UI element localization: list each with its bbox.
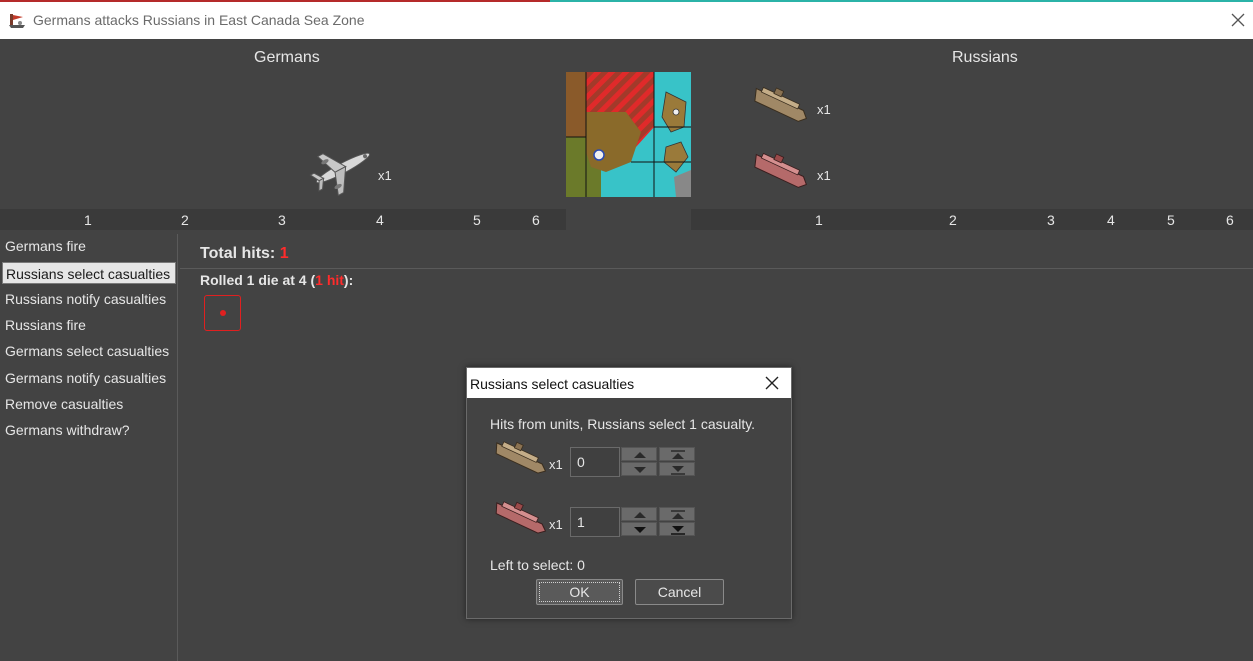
- dialog-message: Hits from units, Russians select 1 casua…: [490, 416, 756, 432]
- defender-die-column-5: 5: [1167, 212, 1175, 228]
- attacker-die-column-1: 1: [84, 212, 92, 228]
- casualty-quantity-input-2[interactable]: 1: [570, 507, 620, 537]
- transport-ship-tan-icon: [754, 86, 807, 122]
- dialog-title: Russians select casualties: [470, 376, 635, 392]
- attacker-die-column-3: 3: [278, 212, 286, 228]
- defender-unit-1-count: x1: [817, 102, 831, 117]
- defender-die-column-6: 6: [1226, 212, 1234, 228]
- results-divider: [180, 268, 1253, 269]
- total-hits-label: Total hits:: [200, 245, 276, 262]
- battle-steps-list: Germans fire Russians select casualties …: [0, 234, 178, 661]
- attacker-unit: x1: [308, 140, 398, 197]
- step-russians-select-casualties[interactable]: Russians select casualties: [2, 262, 176, 284]
- triangle-down-bar-icon: [671, 526, 685, 535]
- attacker-unit-count: x1: [378, 168, 392, 183]
- min-button-2[interactable]: [659, 522, 695, 536]
- transport-ship-red-icon: [754, 152, 807, 188]
- triangle-up-bar-icon: [671, 510, 685, 519]
- attacker-die-column-2: 2: [181, 212, 189, 228]
- triangle-down-icon: [634, 527, 646, 533]
- step-remove-casualties[interactable]: Remove casualties: [2, 393, 176, 415]
- window-title: Germans attacks Russians in East Canada …: [33, 12, 365, 28]
- dialog-row-2-count: x1: [549, 517, 563, 532]
- attacker-name: Germans: [254, 49, 320, 66]
- rolled-summary: Rolled 1 die at 4 (1 hit):: [200, 272, 353, 288]
- title-accent: [0, 0, 550, 2]
- dialog-title-bar: Russians select casualties: [467, 368, 791, 398]
- step-russians-fire[interactable]: Russians fire: [2, 314, 176, 336]
- min-button-1[interactable]: [659, 462, 695, 476]
- dialog-row-1-count: x1: [549, 457, 563, 472]
- total-hits-value: 1: [279, 245, 289, 262]
- increment-button-1[interactable]: [621, 447, 657, 461]
- triangle-up-icon: [634, 512, 646, 518]
- dialog-close-icon[interactable]: [764, 375, 780, 391]
- increment-button-2[interactable]: [621, 507, 657, 521]
- triangle-down-icon: [634, 467, 646, 473]
- title-bar: Germans attacks Russians in East Canada …: [0, 0, 1253, 39]
- rolled-hits: 1 hit: [315, 272, 344, 288]
- triangle-up-icon: [634, 452, 646, 458]
- die-pip: [220, 310, 226, 316]
- triangle-up-bar-icon: [671, 450, 685, 459]
- step-germans-withdraw[interactable]: Germans withdraw?: [2, 419, 176, 441]
- step-germans-notify-casualties[interactable]: Germans notify casualties: [2, 367, 176, 389]
- transport-ship-red-icon: [495, 501, 547, 534]
- defender-die-column-1: 1: [815, 212, 823, 228]
- territory-map: [566, 72, 691, 197]
- decrement-button-2[interactable]: [621, 522, 657, 536]
- max-button-1[interactable]: [659, 447, 695, 461]
- app-icon: [9, 14, 25, 28]
- step-germans-fire[interactable]: Germans fire: [2, 235, 176, 257]
- defender-unit-1: x1: [748, 78, 838, 130]
- step-russians-notify-casualties[interactable]: Russians notify casualties: [2, 288, 176, 310]
- sea-zone-map-image: [566, 72, 691, 197]
- defender-name: Russians: [952, 49, 1018, 66]
- defender-die-column-3: 3: [1047, 212, 1055, 228]
- defender-die-column-2: 2: [949, 212, 957, 228]
- defender-die-column-4: 4: [1107, 212, 1115, 228]
- attacker-die-column-4: 4: [376, 212, 384, 228]
- left-to-select: Left to select: 0: [490, 557, 585, 573]
- transport-ship-tan-icon: [495, 441, 547, 474]
- rolled-die-face: [204, 295, 241, 331]
- close-icon[interactable]: [1228, 10, 1248, 30]
- casualty-quantity-input-1[interactable]: 0: [570, 447, 620, 477]
- battle-window: Germans attacks Russians in East Canada …: [0, 0, 1253, 661]
- total-hits: Total hits: 1: [200, 245, 289, 263]
- step-germans-select-casualties[interactable]: Germans select casualties: [2, 340, 176, 362]
- attacker-die-column-6: 6: [532, 212, 540, 228]
- rolled-suffix: ):: [343, 272, 354, 288]
- triangle-down-bar-icon: [671, 466, 685, 475]
- attacker-die-column-5: 5: [473, 212, 481, 228]
- bomber-plane-icon: [309, 152, 371, 197]
- defender-unit-2: x1: [748, 144, 838, 196]
- rolled-prefix: Rolled 1 die at 4 (: [200, 272, 316, 288]
- decrement-button-1[interactable]: [621, 462, 657, 476]
- select-casualties-dialog: Russians select casualties Hits from uni…: [466, 367, 792, 619]
- cancel-button[interactable]: Cancel: [635, 579, 724, 605]
- defender-unit-2-count: x1: [817, 168, 831, 183]
- max-button-2[interactable]: [659, 507, 695, 521]
- ok-button[interactable]: OK: [536, 579, 623, 605]
